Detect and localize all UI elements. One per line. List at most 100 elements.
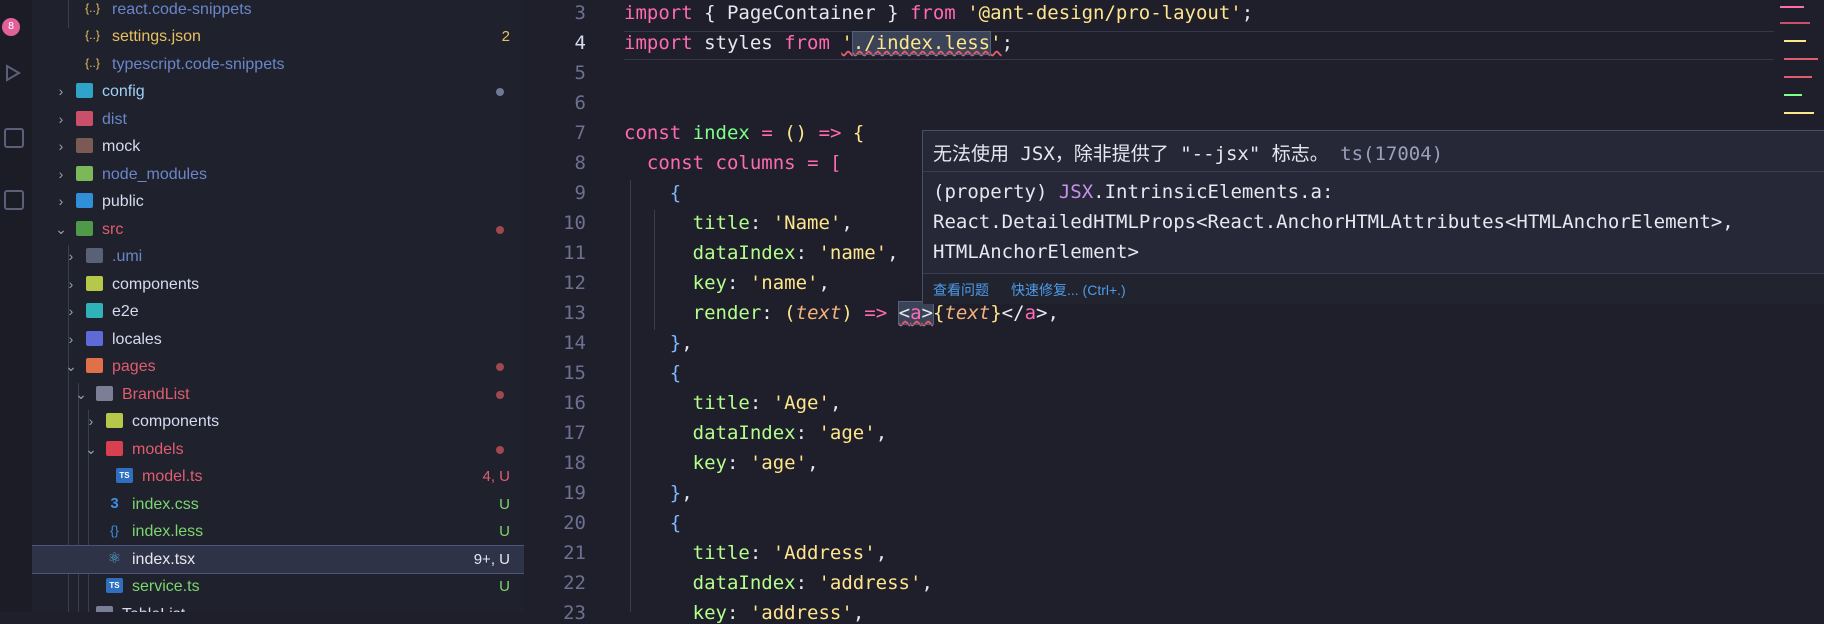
tree-item-index-css[interactable]: 3 index.css U	[32, 491, 524, 518]
code-editor[interactable]: 3 4 5 6 7 8 9 10 11 12 13 14 15 16 17 18…	[524, 0, 1824, 624]
line-number: 19	[563, 482, 586, 504]
tree-item-label: e2e	[112, 303, 139, 320]
folder-mock-icon	[76, 138, 93, 153]
code-line: title: 'Age',	[692, 392, 842, 414]
code-line: key: 'address',	[692, 602, 865, 624]
tree-item-index-less[interactable]: {} index.less U	[32, 518, 524, 545]
line-number: 22	[563, 572, 586, 594]
tree-item-node-modules[interactable]: › node_modules	[32, 161, 524, 188]
line-number: 14	[563, 332, 586, 354]
folder-public-icon	[76, 193, 93, 208]
chevron-right-icon: ›	[58, 166, 64, 182]
view-problem-link[interactable]: 查看问题	[933, 280, 989, 300]
line-number: 8	[574, 152, 586, 174]
remote-explorer-icon[interactable]	[4, 190, 24, 210]
code-line: dataIndex: 'name',	[692, 242, 899, 264]
folder-pages-icon	[86, 358, 103, 373]
tree-item-label: mock	[102, 138, 141, 155]
tree-item-label: config	[102, 83, 145, 100]
status-dot	[496, 391, 504, 399]
code-line: key: 'age',	[692, 452, 819, 474]
line-number: 20	[563, 512, 586, 534]
tree-item-label: public	[102, 193, 144, 210]
tree-item-model-ts[interactable]: TS model.ts 4, U	[32, 463, 524, 490]
json-file-icon: {..}	[85, 56, 100, 70]
folder-icon	[86, 248, 103, 263]
chevron-down-icon: ⌄	[55, 221, 67, 237]
tree-item-models[interactable]: ⌄ models	[32, 436, 524, 463]
line-number: 3	[574, 2, 586, 24]
tree-item-label: components	[112, 276, 200, 293]
tree-item-index-tsx[interactable]: ⚛ index.tsx 9+, U	[32, 545, 524, 574]
code-line: },	[669, 482, 693, 504]
tree-item-components[interactable]: › components	[32, 271, 524, 298]
status-dot	[496, 446, 504, 454]
tree-item-react-snippets[interactable]: {..} react.code-snippets	[32, 0, 524, 23]
git-status: 9+, U	[473, 551, 510, 568]
git-status: U	[499, 578, 510, 595]
folder-config-icon	[76, 83, 93, 98]
folder-dist-icon	[76, 111, 93, 126]
minimap[interactable]	[1780, 0, 1820, 140]
chevron-down-icon: ⌄	[75, 386, 87, 402]
git-status: 4, U	[482, 468, 510, 485]
line-number: 6	[574, 92, 586, 114]
tree-item-src[interactable]: ⌄ src	[32, 216, 524, 243]
tree-item-label: settings.json	[112, 28, 201, 45]
chevron-right-icon: ›	[88, 413, 94, 429]
folder-components-icon	[106, 413, 123, 428]
json-file-icon: {..}	[85, 1, 100, 15]
chevron-right-icon: ›	[58, 111, 64, 127]
tree-item-dist[interactable]: › dist	[32, 106, 524, 133]
tree-item-e2e[interactable]: › e2e	[32, 298, 524, 325]
chevron-down-icon: ⌄	[65, 358, 77, 374]
tree-item-settings-json[interactable]: {..} settings.json 2	[32, 23, 524, 50]
tree-item-label: model.ts	[142, 468, 203, 485]
tree-item-brandlist-components[interactable]: › components	[32, 408, 524, 435]
folder-open-icon	[96, 386, 113, 401]
error-code: ts(17004)	[1340, 143, 1444, 165]
quick-fix-link[interactable]: 快速修复... (Ctrl+.)	[1011, 280, 1126, 300]
line-number: 11	[563, 242, 586, 264]
tree-item-mock[interactable]: › mock	[32, 133, 524, 160]
tree-item-label: node_modules	[102, 166, 207, 183]
line-number: 21	[563, 542, 586, 564]
extensions-icon[interactable]	[4, 128, 24, 148]
tree-item-public[interactable]: › public	[32, 188, 524, 215]
line-number: 12	[563, 272, 586, 294]
tree-item-service-ts[interactable]: TS service.ts U	[32, 573, 524, 600]
tree-item-pages[interactable]: ⌄ pages	[32, 353, 524, 380]
tree-item-label: pages	[112, 358, 156, 375]
tree-item-label: .umi	[112, 248, 143, 265]
code-line: import styles from './index.less';	[624, 31, 1014, 55]
line-number: 5	[574, 62, 586, 84]
chevron-right-icon: ›	[68, 331, 74, 347]
folder-src-icon	[76, 221, 93, 236]
code-line: const columns = [	[646, 152, 842, 174]
line-number: 10	[563, 212, 586, 234]
signature-line: React.DetailedHTMLProps<React.AnchorHTML…	[933, 211, 1734, 233]
react-file-icon: ⚛	[107, 550, 122, 567]
run-debug-icon[interactable]	[4, 64, 21, 82]
indent-guide	[630, 180, 631, 612]
code-line: {	[669, 182, 682, 204]
chevron-right-icon: ›	[58, 138, 64, 154]
tree-item-brandlist[interactable]: ⌄ BrandList	[32, 381, 524, 408]
tree-item-label: service.ts	[132, 578, 200, 595]
code-line: const index = () => {	[624, 122, 865, 144]
chevron-right-icon: ›	[68, 303, 74, 319]
tree-item-locales[interactable]: › locales	[32, 326, 524, 353]
status-dot	[496, 88, 504, 96]
tree-item-label: src	[102, 221, 124, 238]
line-number: 4	[574, 32, 586, 54]
tree-item-label: BrandList	[122, 386, 190, 403]
tree-item-config[interactable]: › config	[32, 78, 524, 105]
tree-item-label: index.tsx	[132, 551, 196, 568]
tree-item-tablelist[interactable]: › TableList	[32, 601, 524, 612]
chevron-down-icon: ⌄	[85, 441, 97, 457]
code-line: },	[669, 332, 693, 354]
tree-item-typescript-snippets[interactable]: {..} typescript.code-snippets	[32, 51, 524, 78]
git-status: U	[499, 523, 510, 540]
tree-item-umi[interactable]: › .umi	[32, 243, 524, 270]
chevron-right-icon: ›	[68, 248, 74, 264]
